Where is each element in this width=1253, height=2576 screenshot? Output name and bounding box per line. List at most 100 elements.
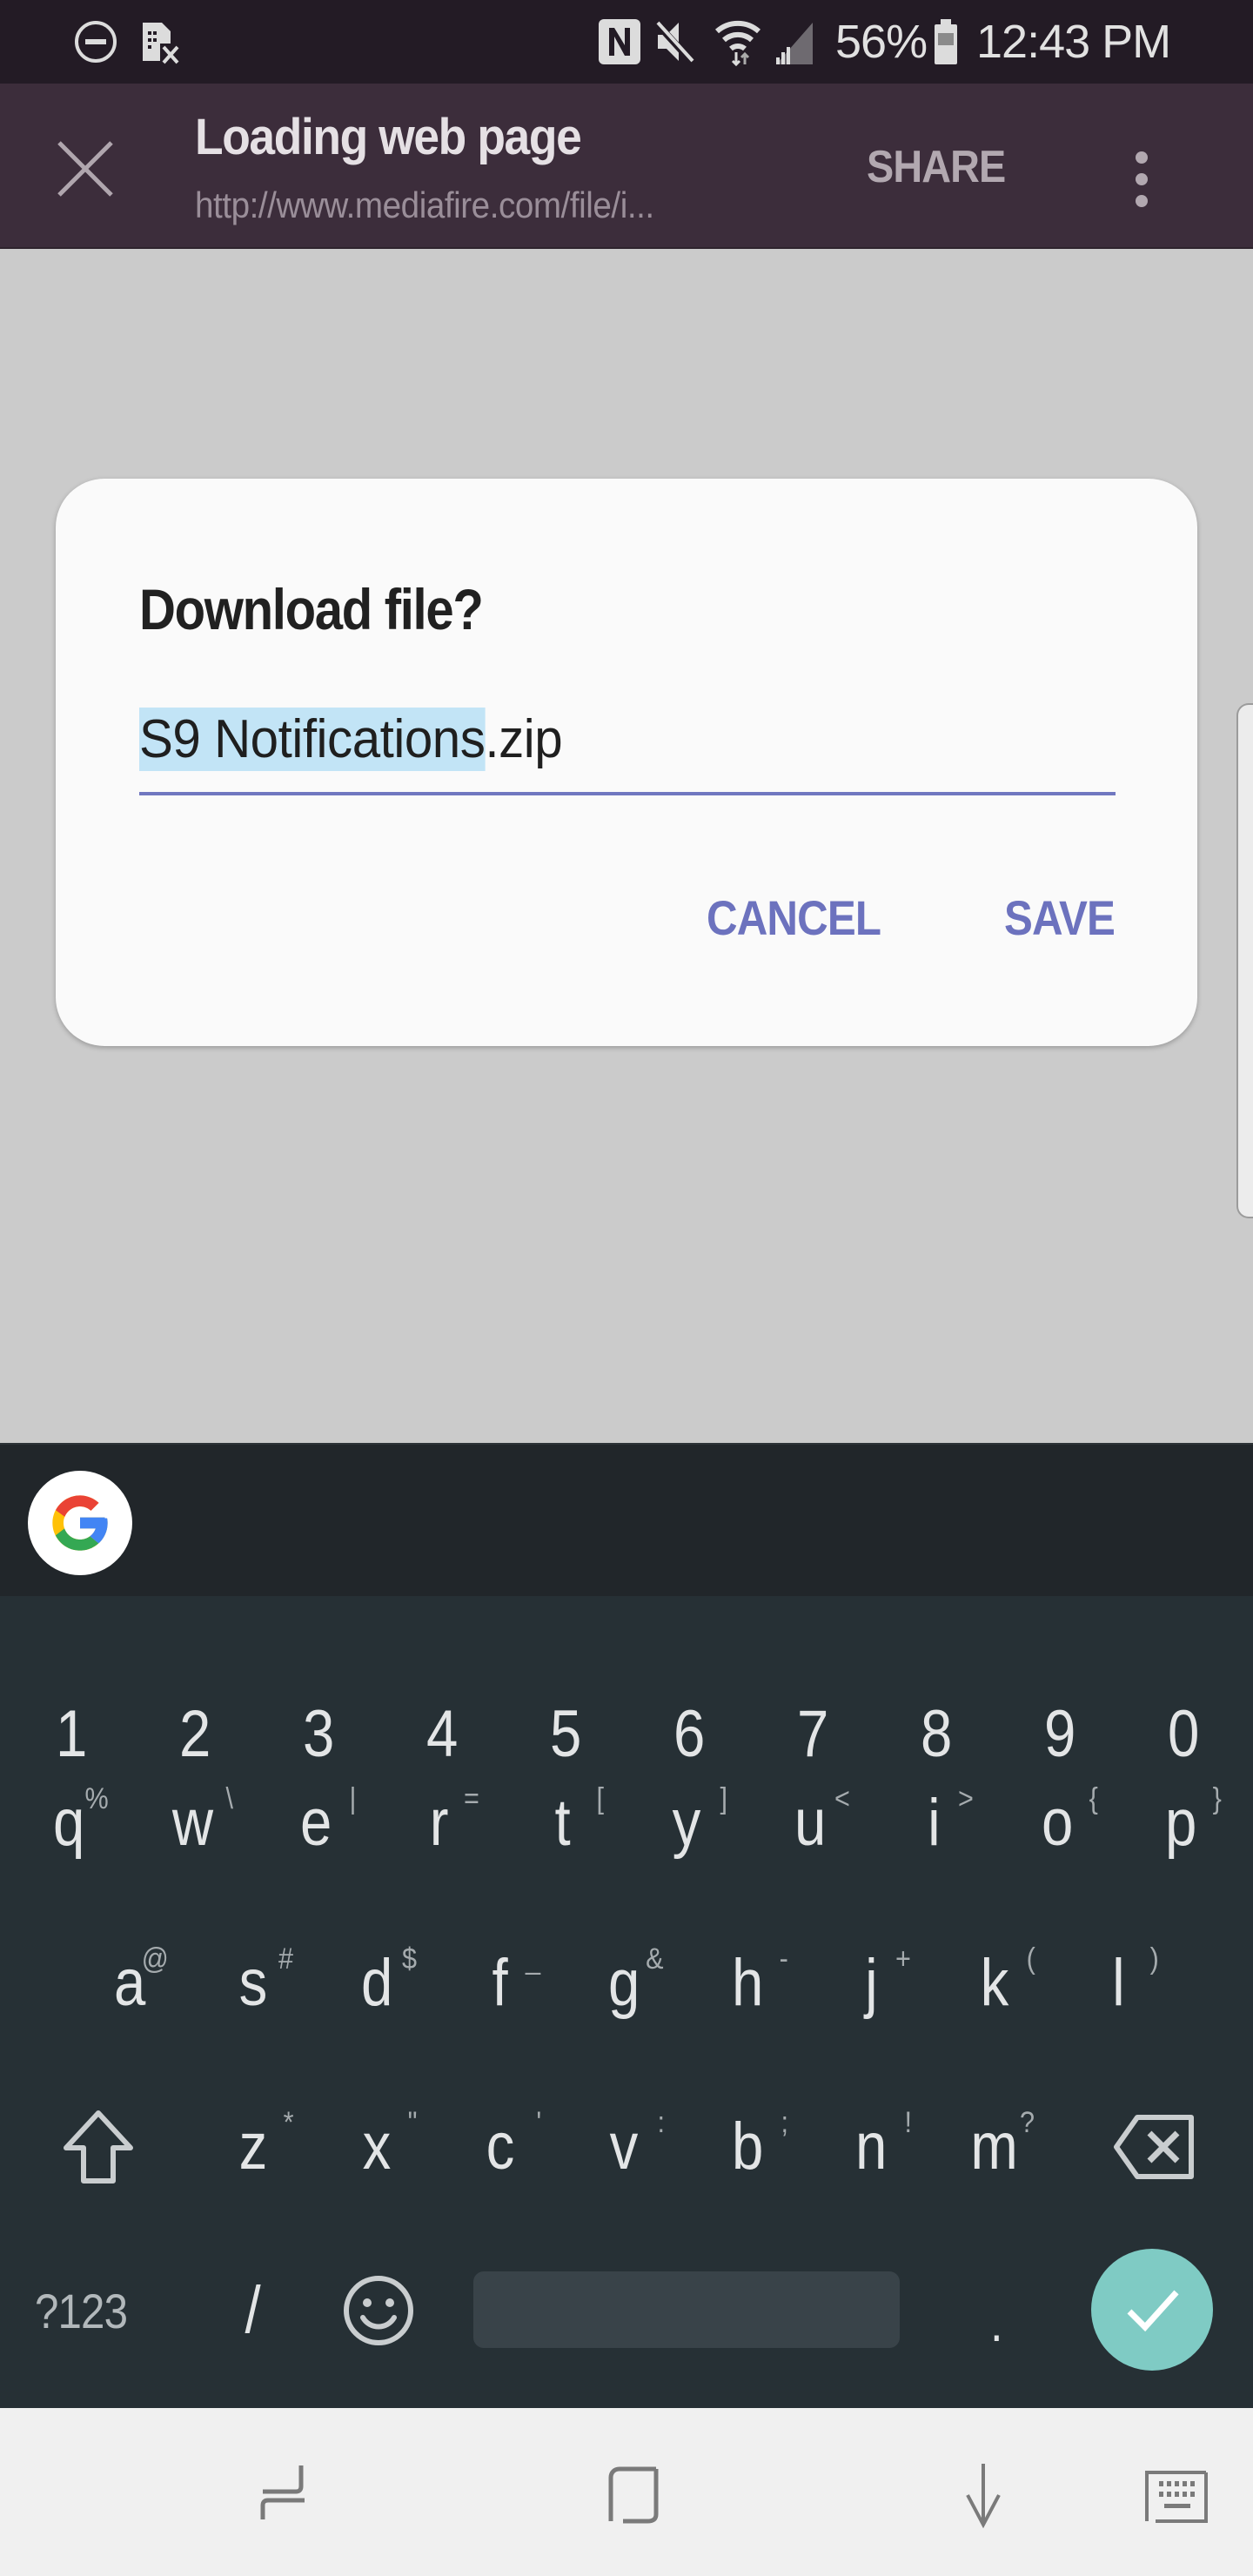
key-label: v <box>609 2110 639 2184</box>
key-label: s <box>238 1946 268 2020</box>
key-y[interactable]: y] <box>625 1749 748 1897</box>
key-label: l <box>1111 1946 1125 2020</box>
key-label: b <box>731 2110 764 2184</box>
backspace-key[interactable] <box>1093 2073 1216 2221</box>
key-c[interactable]: c ' <box>439 2073 562 2221</box>
key-a[interactable]: a @ <box>68 1909 191 2057</box>
key-label: m <box>970 2110 1019 2184</box>
edge-panel-handle[interactable] <box>1236 703 1253 1218</box>
key-label: r <box>430 1786 449 1860</box>
key-w[interactable]: w \ <box>131 1749 254 1897</box>
key-m[interactable]: m? <box>933 2073 1056 2221</box>
key-hint: + <box>895 1942 912 1976</box>
key-j[interactable]: j + <box>809 1909 933 2057</box>
key-h[interactable]: h- <box>686 1909 809 2057</box>
emoji-icon <box>344 2276 413 2345</box>
key-label: h <box>731 1946 764 2020</box>
key-hint: % <box>84 1782 109 1815</box>
shift-key[interactable] <box>37 2073 160 2221</box>
clock: 12:43 PM <box>976 16 1171 68</box>
key-l[interactable]: l) <box>1056 1909 1180 2057</box>
key-q[interactable]: q% <box>7 1749 131 1897</box>
symbols-key[interactable]: ?123 <box>35 2263 128 2358</box>
key-label: f <box>492 1946 509 2020</box>
key-label: u <box>794 1786 827 1860</box>
key-hint: } <box>1212 1782 1222 1815</box>
key-r[interactable]: r = <box>378 1749 501 1897</box>
close-button[interactable] <box>54 138 117 200</box>
battery-icon <box>933 16 959 68</box>
recents-button[interactable] <box>240 2452 327 2539</box>
key-hint: > <box>958 1782 975 1815</box>
key-hint: ! <box>904 2106 912 2139</box>
key-label: w <box>171 1786 213 1860</box>
key-o[interactable]: o{ <box>995 1749 1119 1897</box>
more-vert-icon <box>1136 151 1148 164</box>
key-hint: $ <box>402 1942 418 1976</box>
backspace-icon <box>1114 2115 1194 2179</box>
key-label: o <box>1041 1786 1074 1860</box>
battery-percent: 56% <box>835 16 928 68</box>
back-button[interactable] <box>940 2452 1027 2539</box>
key-i[interactable]: i > <box>872 1749 995 1897</box>
key-hint: [ <box>596 1782 604 1815</box>
key-u[interactable]: u < <box>748 1749 872 1897</box>
key-hint: < <box>834 1782 851 1815</box>
key-f[interactable]: f _ <box>439 1909 562 2057</box>
google-search-button[interactable] <box>28 1471 132 1575</box>
filename-input[interactable]: S9 Notifications.zip <box>139 701 1116 795</box>
key-label: z <box>238 2110 268 2184</box>
dialog-title: Download file? <box>139 577 484 641</box>
home-icon <box>608 2466 659 2524</box>
key-hint: & <box>646 1942 664 1976</box>
key-b[interactable]: b; <box>686 2073 809 2221</box>
key-label: k <box>980 1946 1009 2020</box>
period-key[interactable]: . <box>935 2237 1058 2385</box>
page-url: http://www.mediafire.com/file/i... <box>195 184 654 225</box>
key-g[interactable]: g & <box>562 1909 686 2057</box>
google-g-icon <box>52 1495 108 1551</box>
space-key[interactable] <box>473 2271 900 2348</box>
key-hint: - <box>779 1942 788 1976</box>
key-s[interactable]: s # <box>191 1909 315 2057</box>
key-v[interactable]: v: <box>562 2073 686 2221</box>
key-hint: \ <box>225 1782 233 1815</box>
key-p[interactable]: p} <box>1119 1749 1243 1897</box>
mute-icon <box>653 16 696 68</box>
keyboard-suggestion-strip <box>0 1443 1253 1596</box>
key-hint: @ <box>142 1942 170 1976</box>
key-label: n <box>854 2110 888 2184</box>
done-key[interactable] <box>1091 2249 1213 2371</box>
signal-icon <box>774 16 814 68</box>
key-e[interactable]: e | <box>254 1749 378 1897</box>
slash-key[interactable]: / <box>191 2237 315 2385</box>
filename-selected-text: S9 Notifications <box>139 708 486 771</box>
more-options-button[interactable] <box>1122 138 1161 221</box>
save-button[interactable]: SAVE <box>1004 889 1116 946</box>
key-label: x <box>362 2110 392 2184</box>
key-label: t <box>554 1786 572 1860</box>
key-t[interactable]: t[ <box>501 1749 625 1897</box>
home-button[interactable] <box>590 2452 677 2539</box>
key-hint: * <box>283 2106 294 2139</box>
key-x[interactable]: x " <box>315 2073 439 2221</box>
shift-icon <box>64 2110 133 2184</box>
emoji-key[interactable] <box>317 2237 440 2385</box>
download-file-dialog: Download file? S9 Notifications.zip CANC… <box>56 479 1197 1046</box>
key-z[interactable]: z * <box>191 2073 315 2221</box>
key-hint: : <box>657 2106 665 2139</box>
cancel-button[interactable]: CANCEL <box>707 889 881 946</box>
key-hint: ? <box>1020 2106 1035 2139</box>
keyboard-switch-button[interactable] <box>1131 2452 1218 2539</box>
close-icon <box>57 141 113 197</box>
key-d[interactable]: d $ <box>315 1909 439 2057</box>
back-icon <box>966 2464 1001 2529</box>
share-button[interactable]: SHARE <box>867 141 1006 193</box>
wifi-icon <box>714 16 766 68</box>
key-label: i <box>927 1786 941 1860</box>
key-k[interactable]: k( <box>933 1909 1056 2057</box>
recents-icon <box>260 2465 305 2519</box>
key-hint: | <box>349 1782 357 1815</box>
keyboard-switch-icon <box>1145 2471 1208 2523</box>
key-n[interactable]: n! <box>809 2073 933 2221</box>
